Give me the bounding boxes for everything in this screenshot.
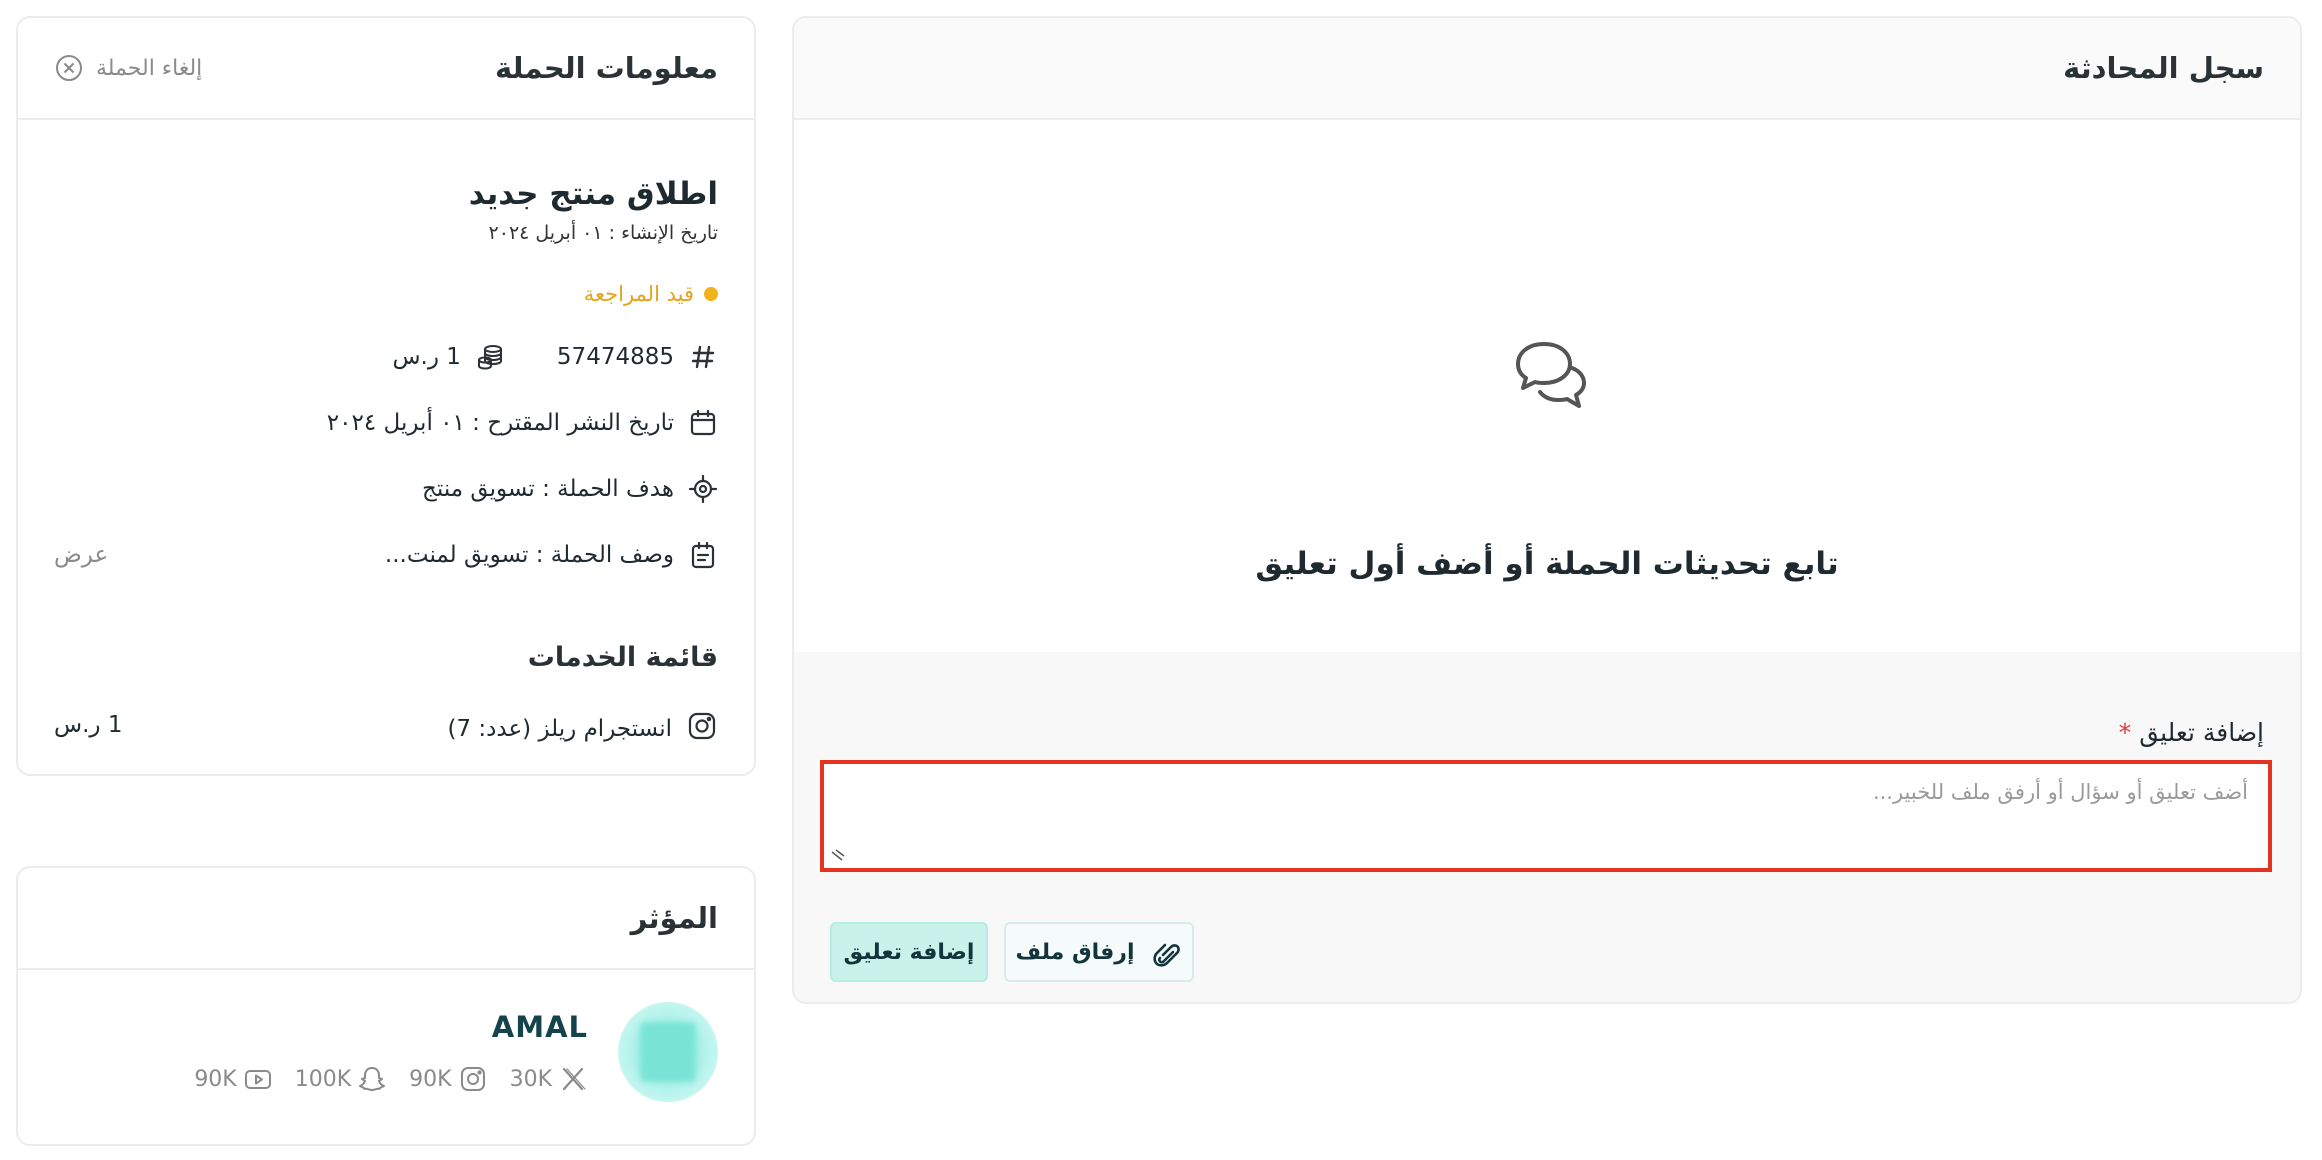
social-count: 90K (194, 1066, 237, 1092)
comment-composer: إضافة تعليق * إرفاق ملف إضافة تعليق (794, 652, 2300, 1002)
view-description-link[interactable]: عرض (54, 542, 108, 568)
conversation-log-header: سجل المحادثة (794, 18, 2300, 120)
comment-input-wrapper (820, 760, 2272, 872)
calendar-icon (688, 408, 718, 438)
campaign-info-panel: معلومات الحملة إلغاء الحملة اطلاق منتج ج… (16, 16, 756, 776)
campaign-id-budget-row: 57474885 1 ر.س (392, 342, 718, 372)
campaign-goal-row: هدف الحملة : تسويق منتج (422, 474, 718, 504)
social-count: 90K (409, 1066, 452, 1092)
instagram-icon (686, 710, 718, 748)
services-title: قائمة الخدمات (527, 642, 718, 673)
chat-empty-state: تابع تحديثات الحملة أو أضف أول تعليق (794, 122, 2300, 652)
document-icon (688, 540, 718, 570)
comment-label: إضافة تعليق * (2113, 718, 2264, 747)
target-icon (688, 474, 718, 504)
influencer-name[interactable]: AMAL (492, 1010, 588, 1044)
required-mark: * (2118, 718, 2132, 747)
campaign-budget: 1 ر.س (392, 344, 461, 370)
social-snapchat[interactable]: 100K (295, 1064, 387, 1094)
influencer-socials: 30K 90K 100K 90K (194, 1064, 588, 1094)
publish-date: تاريخ النشر المقترح : ٠١ أبريل ٢٠٢٤ (326, 410, 674, 436)
campaign-name: اطلاق منتج جديد (468, 176, 718, 212)
instagram-icon (460, 1067, 485, 1091)
add-comment-button[interactable]: إضافة تعليق (830, 922, 988, 982)
add-comment-label: إضافة تعليق (843, 939, 975, 965)
campaign-goal: هدف الحملة : تسويق منتج (422, 476, 674, 502)
social-instagram[interactable]: 90K (409, 1064, 487, 1094)
youtube-icon (244, 1070, 271, 1089)
comment-label-text: إضافة تعليق (2139, 718, 2264, 747)
campaign-id: 57474885 (556, 344, 674, 370)
status-badge: قيد المراجعة (584, 282, 718, 306)
publish-date-row: تاريخ النشر المقترح : ٠١ أبريل ٢٠٢٤ (327, 408, 718, 438)
cancel-campaign-label: إلغاء الحملة (96, 55, 203, 81)
campaign-description-row: وصف الحملة : تسويق لمنت... (385, 540, 718, 570)
comment-input[interactable] (824, 764, 2268, 868)
status-dot-icon (704, 287, 718, 301)
influencer-header: المؤثر (18, 868, 754, 970)
campaign-description: وصف الحملة : تسويق لمنت... (384, 542, 674, 568)
influencer-title: المؤثر (630, 901, 718, 935)
close-circle-icon (56, 55, 82, 81)
service-item: انستجرام ريلز (عدد: 7) (447, 710, 718, 748)
empty-state-text: تابع تحديثات الحملة أو أضف أول تعليق (1255, 546, 1839, 582)
campaign-info-title: معلومات الحملة (494, 51, 718, 85)
social-x[interactable]: 30K (510, 1064, 588, 1094)
conversation-log-title: سجل المحادثة (2063, 51, 2264, 85)
chat-bubbles-icon (1516, 342, 1586, 408)
hash-icon (688, 342, 718, 372)
service-price: 1 ر.س (54, 712, 123, 738)
social-youtube[interactable]: 90K (194, 1064, 272, 1094)
x-icon (562, 1067, 586, 1091)
cancel-campaign-button[interactable]: إلغاء الحملة (54, 53, 202, 83)
campaign-created-date: تاريخ الإنشاء : ٠١ أبريل ٢٠٢٤ (488, 222, 718, 244)
avatar[interactable] (618, 1002, 718, 1102)
influencer-panel: المؤثر AMAL 30K 90K 100K 90K (16, 866, 756, 1146)
social-count: 30K (509, 1066, 552, 1092)
social-count: 100K (294, 1066, 352, 1092)
campaign-info-header: معلومات الحملة إلغاء الحملة (18, 18, 754, 120)
resize-handle-icon[interactable] (830, 846, 846, 862)
status-text: قيد المراجعة (583, 282, 694, 306)
conversation-log-panel: سجل المحادثة تابع تحديثات الحملة أو أضف … (792, 16, 2302, 1004)
snapchat-icon (359, 1067, 386, 1091)
attach-file-label: إرفاق ملف (1015, 939, 1135, 965)
service-name: انستجرام ريلز (عدد: 7) (447, 716, 672, 742)
paperclip-icon (1152, 943, 1180, 967)
coins-icon (475, 342, 505, 372)
attach-file-button[interactable]: إرفاق ملف (1004, 922, 1194, 982)
